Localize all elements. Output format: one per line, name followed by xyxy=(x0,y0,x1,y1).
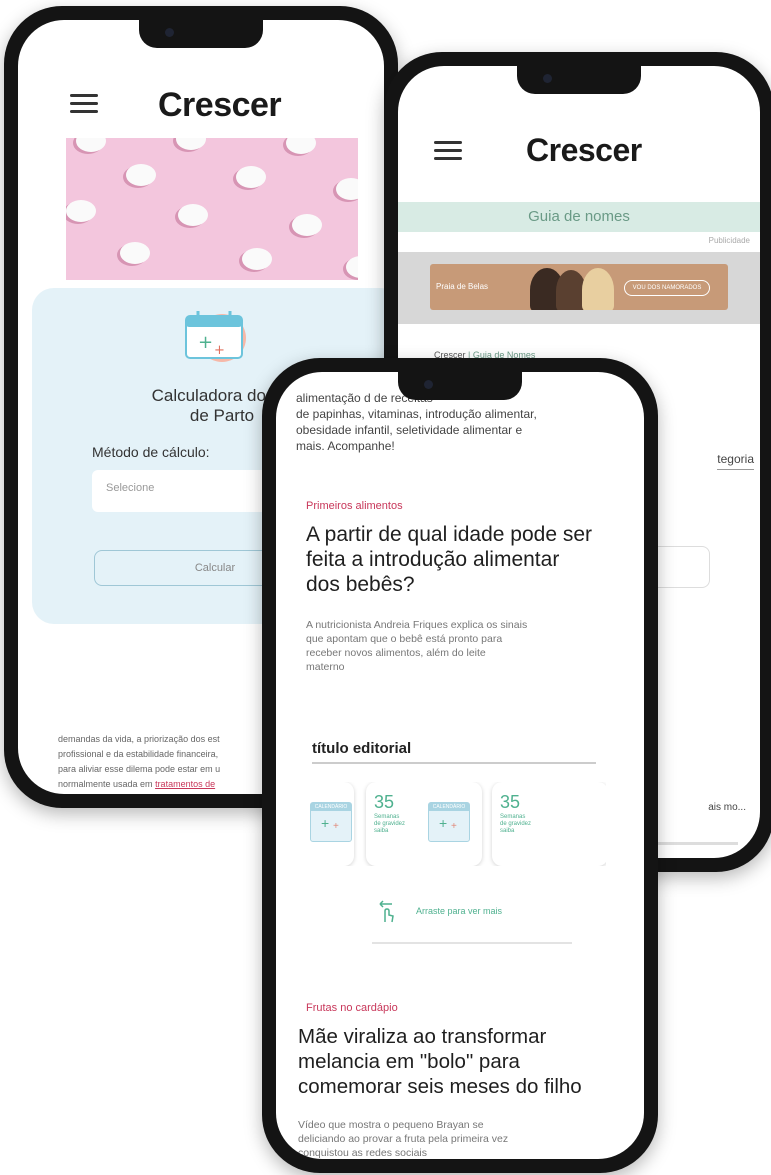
summary-line: receber novos alimentos, além do leite xyxy=(306,647,486,659)
summary-line: materno xyxy=(306,661,345,673)
intro-line: obesidade infantil, seletividade aliment… xyxy=(296,423,523,437)
summary-line: deliciando ao provar a fruta pela primei… xyxy=(298,1133,509,1145)
list-item-text: ais mo... xyxy=(708,802,746,813)
front-camera-icon xyxy=(543,74,552,83)
article-headline[interactable]: Mãe viraliza ao transformar melancia em … xyxy=(298,1024,638,1099)
calendar-icon: CALENDÁRIO + + xyxy=(310,802,352,842)
article-headline[interactable]: A partir de qual idade pode ser feita a … xyxy=(306,522,626,597)
ad-container: Praia de Belas VOU DOS NAMORADOS xyxy=(398,252,760,324)
card-number: 35 xyxy=(500,792,521,812)
card-caption-line: Semanas xyxy=(500,814,526,820)
phone-front: alimentação d de receitas de papinhas, v… xyxy=(262,358,658,1173)
divider xyxy=(372,942,572,944)
card-caption-line: Semanas xyxy=(374,814,400,820)
svg-text:+: + xyxy=(214,343,225,358)
card-caption: Semanas de gravidez saiba xyxy=(500,814,531,835)
headline-line: feita a introdução alimentar xyxy=(306,548,560,571)
carousel-card[interactable]: 35 Semanas de gravidez saiba xyxy=(492,782,606,866)
category-select[interactable]: tegoria xyxy=(717,452,754,470)
intro-line: de papinhas, vitaminas, introdução alime… xyxy=(296,407,537,421)
headline-line: melancia em "bolo" para xyxy=(298,1050,520,1073)
headline-line: A partir de qual idade pode ser xyxy=(306,523,593,546)
card-number: 35 xyxy=(374,792,395,812)
summary-line: que apontam que o bebê está pronto para xyxy=(306,633,503,645)
editorial-carousel[interactable]: CALENDÁRIO + + 35 Semanas de gravidez sai… xyxy=(306,782,606,866)
ad-cta-button[interactable]: VOU DOS NAMORADOS xyxy=(624,280,710,296)
svg-text:+: + xyxy=(198,332,213,353)
hamburger-menu-icon[interactable] xyxy=(70,94,98,114)
summary-line: conquistou as redes sociais xyxy=(298,1147,427,1159)
phone-notch xyxy=(398,372,522,400)
divider xyxy=(312,762,596,764)
headline-line: comemorar seis meses do filho xyxy=(298,1075,582,1098)
calendar-icon: + + xyxy=(185,311,246,362)
article-category[interactable]: Frutas no cardápio xyxy=(306,1002,398,1014)
calendar-label: CALENDÁRIO xyxy=(311,803,351,811)
editorial-title: título editorial xyxy=(312,740,412,757)
swipe-hand-icon xyxy=(379,900,394,923)
front-camera-icon xyxy=(165,28,174,37)
card-caption: Semanas de gravidez saiba xyxy=(374,814,405,835)
card-caption-line: de gravidez xyxy=(374,821,406,827)
swipe-hint: Arraste para ver mais xyxy=(416,906,503,916)
crescer-logo[interactable]: Crescer xyxy=(526,132,642,169)
phone-notch xyxy=(517,66,641,94)
summary-line: A nutricionista Andreia Friques explica … xyxy=(306,619,528,631)
divider xyxy=(658,842,738,845)
summary-line: Vídeo que mostra o pequeno Brayan se xyxy=(298,1119,484,1131)
card-caption-line: de gravidez xyxy=(500,821,532,827)
carousel-card[interactable]: CALENDÁRIO + + xyxy=(306,782,354,866)
intro-line: mais. Acompanhe! xyxy=(296,439,395,453)
phone-notch xyxy=(139,20,263,48)
section-bar-guia-de-nomes[interactable]: Guia de nomes xyxy=(398,202,760,232)
ad-brand: Praia de Belas xyxy=(436,282,489,291)
carousel-card[interactable]: 35 Semanas de gravidez saiba CALENDÁRIO … xyxy=(366,782,482,866)
hero-image-pills xyxy=(66,138,358,280)
article-category[interactable]: Primeiros alimentos xyxy=(306,500,403,512)
calendar-label: CALENDÁRIO xyxy=(429,803,469,811)
body-link[interactable]: tratamentos de xyxy=(155,779,215,789)
article-summary: Vídeo que mostra o pequeno Brayan se del… xyxy=(298,1118,618,1159)
ad-banner[interactable]: Praia de Belas VOU DOS NAMORADOS xyxy=(430,264,728,310)
method-label: Método de cálculo: xyxy=(92,444,210,460)
hamburger-menu-icon[interactable] xyxy=(434,141,462,161)
card-caption-line: saiba xyxy=(374,828,389,834)
calendar-icon: CALENDÁRIO + + xyxy=(428,802,470,842)
phone-front-screen: alimentação d de receitas de papinhas, v… xyxy=(276,372,644,1159)
body-line-text: normalmente usada em xyxy=(58,779,156,789)
crescer-logo[interactable]: Crescer xyxy=(158,86,282,125)
article-summary: A nutricionista Andreia Friques explica … xyxy=(306,618,626,674)
ad-label: Publicidade xyxy=(708,236,750,245)
card-caption-line: saiba xyxy=(500,828,515,834)
headline-line: dos bebês? xyxy=(306,573,415,596)
front-camera-icon xyxy=(424,380,433,389)
headline-line: Mãe viraliza ao transformar xyxy=(298,1025,547,1048)
